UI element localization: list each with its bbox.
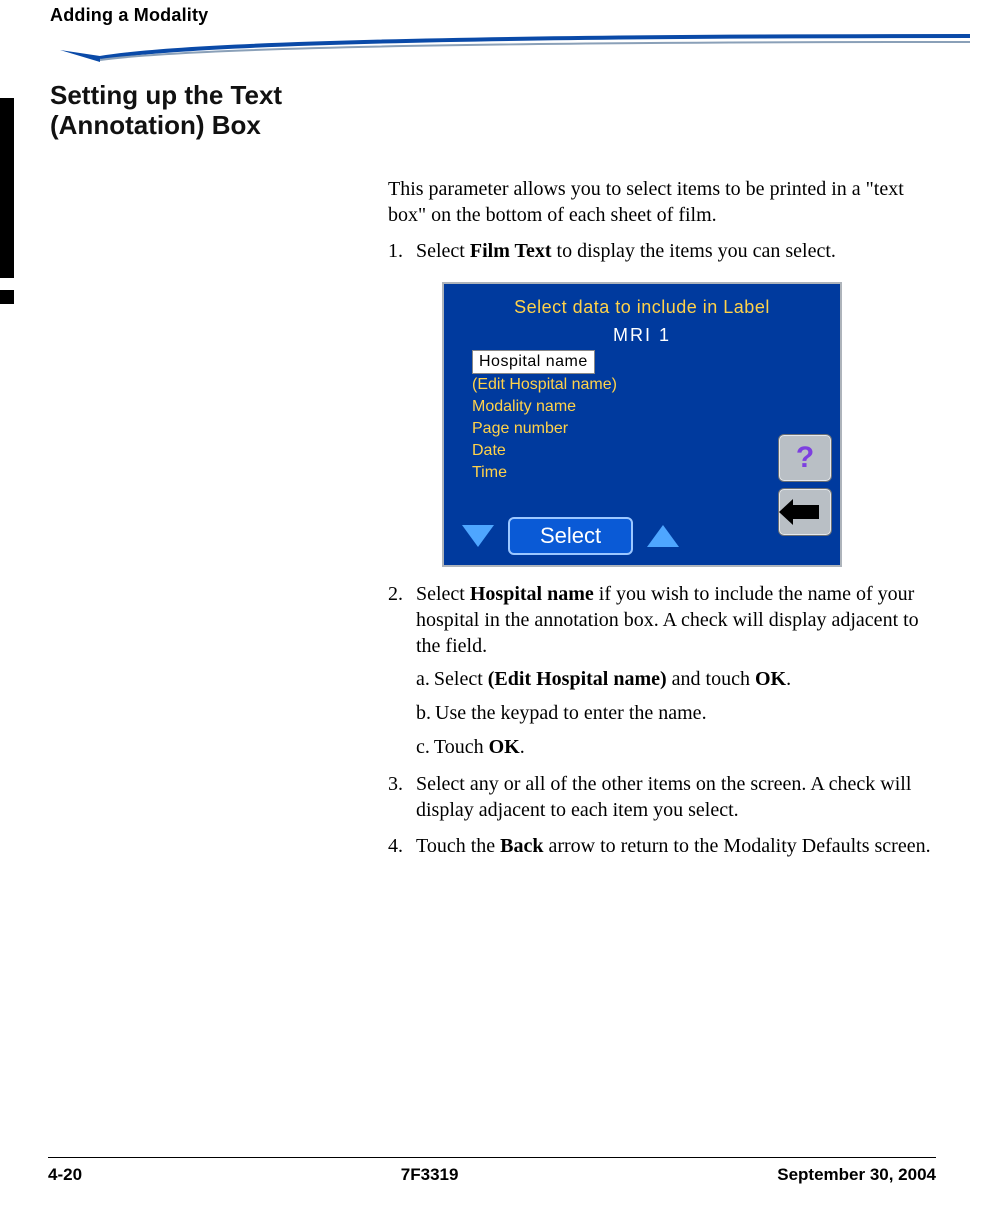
step-2c: c.Touch OK. xyxy=(416,733,944,761)
step-number: 4. xyxy=(388,833,403,859)
step-text: Touch the xyxy=(416,835,500,857)
step-text: Select xyxy=(416,240,470,262)
step-text: and touch xyxy=(667,668,755,690)
side-tab-marker-small xyxy=(0,290,14,304)
sub-label: b. xyxy=(416,699,431,727)
footer-page-number: 4-20 xyxy=(48,1166,82,1183)
option-modality-name[interactable]: Modality name xyxy=(472,396,617,418)
section-title-line1: Setting up the Text xyxy=(50,80,282,110)
step-text: Select xyxy=(416,583,470,605)
step-text: Use the keypad to enter the name. xyxy=(435,702,707,724)
back-bold: Back xyxy=(500,835,543,857)
step-text: to display the items you can select. xyxy=(552,240,836,262)
step-text: Touch xyxy=(434,736,489,758)
sub-label: a. xyxy=(416,665,430,693)
step-text: . xyxy=(520,736,525,758)
option-page-number[interactable]: Page number xyxy=(472,418,617,440)
device-screenshot: Select data to include in Label MRI 1 Ho… xyxy=(442,282,842,567)
help-button[interactable]: ? xyxy=(778,434,832,482)
option-hospital-name-selected[interactable]: Hospital name xyxy=(472,350,595,374)
option-edit-hospital-name[interactable]: (Edit Hospital name) xyxy=(472,374,617,396)
footer-date: September 30, 2004 xyxy=(777,1166,936,1183)
device-title: Select data to include in Label xyxy=(444,298,840,316)
step-2b: b.Use the keypad to enter the name. xyxy=(416,699,944,727)
section-title: Setting up the Text (Annotation) Box xyxy=(50,81,370,141)
option-time[interactable]: Time xyxy=(472,462,617,484)
step-number: 1. xyxy=(388,238,403,264)
step-1: 1. Select Film Text to display the items… xyxy=(388,238,944,567)
option-date[interactable]: Date xyxy=(472,440,617,462)
intro-paragraph: This parameter allows you to select item… xyxy=(388,176,944,228)
step-number: 3. xyxy=(388,771,403,797)
page-footer: 4-20 7F3319 September 30, 2004 xyxy=(48,1157,936,1183)
swoosh-divider xyxy=(50,30,970,70)
select-button[interactable]: Select xyxy=(508,517,633,555)
side-tab-marker xyxy=(0,98,14,278)
step-text: Select any or all of the other items on … xyxy=(416,773,911,821)
hospital-name-bold: Hospital name xyxy=(470,583,594,605)
running-head: Adding a Modality xyxy=(50,6,944,24)
step-text: . xyxy=(786,668,791,690)
film-text-bold: Film Text xyxy=(470,240,552,262)
section-title-line2: (Annotation) Box xyxy=(50,110,261,140)
step-4: 4. Touch the Back arrow to return to the… xyxy=(388,833,944,859)
ok-bold: OK xyxy=(755,668,786,690)
step-text: arrow to return to the Modality Defaults… xyxy=(543,835,930,857)
body-column: This parameter allows you to select item… xyxy=(388,176,944,869)
footer-doc-id: 7F3319 xyxy=(401,1166,459,1183)
step-3: 3. Select any or all of the other items … xyxy=(388,771,944,823)
step-2a: a.Select (Edit Hospital name) and touch … xyxy=(416,665,944,693)
nav-up-icon[interactable] xyxy=(647,525,679,547)
device-subtitle: MRI 1 xyxy=(444,326,840,344)
ok-bold: OK xyxy=(489,736,520,758)
step-number: 2. xyxy=(388,581,403,607)
nav-down-icon[interactable] xyxy=(462,525,494,547)
question-mark-icon: ? xyxy=(796,443,814,473)
step-2: 2. Select Hospital name if you wish to i… xyxy=(388,581,944,761)
edit-hospital-name-bold: (Edit Hospital name) xyxy=(488,668,667,690)
sub-label: c. xyxy=(416,733,430,761)
step-text: Select xyxy=(434,668,488,690)
device-option-list: Hospital name (Edit Hospital name) Modal… xyxy=(472,350,617,484)
